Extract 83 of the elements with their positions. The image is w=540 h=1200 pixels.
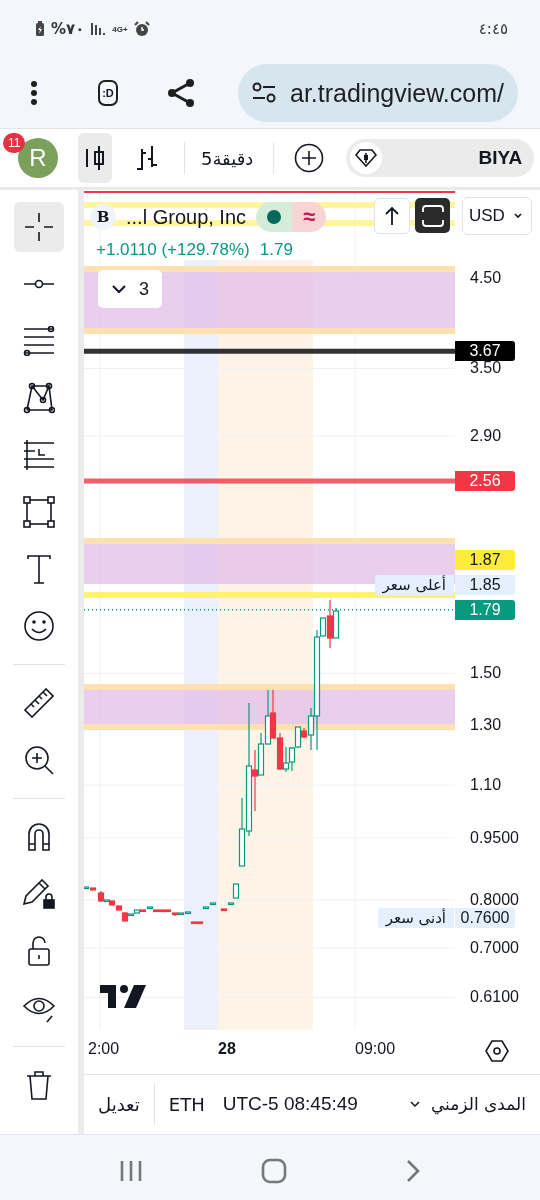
symbol-search[interactable]: BIYA xyxy=(346,139,535,177)
arrow-up-icon xyxy=(384,206,400,226)
battery-percent: %٧٠ xyxy=(51,20,85,38)
time-label: 09:00 xyxy=(355,1040,396,1058)
price-marker: 0.7600 xyxy=(455,908,515,929)
rectangle-icon xyxy=(23,496,55,528)
tabs-button[interactable]: :D xyxy=(98,80,118,106)
chevron-down-icon xyxy=(513,212,523,220)
price-tick: 1.30 xyxy=(470,718,502,732)
price-marker: 1.87 xyxy=(455,549,515,570)
bar-chart-icon xyxy=(135,145,159,171)
price-marker: 1.79 xyxy=(455,599,515,620)
site-settings-icon xyxy=(252,82,276,104)
status-dot-icon xyxy=(267,210,282,224)
crosshair-tool-button[interactable] xyxy=(14,202,64,252)
alarm-icon xyxy=(133,21,150,37)
price-tick: 0.6100 xyxy=(470,990,519,1005)
price-tick: 0.9500 xyxy=(470,830,519,845)
price-tick: 3.50 xyxy=(470,361,502,376)
home-icon xyxy=(261,1158,287,1184)
candles-style-button[interactable] xyxy=(78,133,112,183)
text-icon xyxy=(27,554,51,584)
symbol-text: BIYA xyxy=(478,147,523,169)
candle xyxy=(232,883,240,899)
price-tick: 0.7000 xyxy=(470,940,519,955)
last-price: 1.79 xyxy=(259,240,293,260)
plus-circle-icon xyxy=(294,143,325,173)
magnet-icon xyxy=(28,823,50,851)
position-icon xyxy=(23,439,55,471)
chevron-down-icon xyxy=(408,1100,421,1108)
date-range-button[interactable]: المدى الزمني xyxy=(408,1094,526,1114)
settings-icon xyxy=(485,1040,509,1062)
unlock-icon xyxy=(28,936,50,966)
ruler-icon xyxy=(24,688,54,718)
share-icon xyxy=(166,78,196,108)
price-tick: 1.10 xyxy=(470,778,502,793)
price-change: +1.0110 (+129.78%) xyxy=(96,240,250,260)
more-icon xyxy=(30,80,38,106)
address-bar[interactable]: ar.tradingview.com/ xyxy=(238,64,518,122)
timezone-clock[interactable]: UTC-5 08:45:49 xyxy=(222,1093,358,1115)
diamond-icon xyxy=(355,149,378,167)
arrow-up-button[interactable] xyxy=(374,198,410,234)
logo-icon xyxy=(100,985,146,1008)
trash-icon xyxy=(26,1070,52,1100)
pencil-lock-icon xyxy=(23,879,55,909)
price-marker: 2.56 xyxy=(455,471,515,492)
candle xyxy=(227,902,235,906)
price-tick: 1.50 xyxy=(470,666,502,681)
notification-badge: 11 xyxy=(3,133,26,153)
crosshair-icon xyxy=(24,212,54,242)
chevron-right-icon xyxy=(405,1159,421,1183)
price-tick: 0.8000 xyxy=(470,892,519,907)
price-marker: 1.85 xyxy=(455,574,515,595)
interval-button[interactable]: 5دقيقة xyxy=(201,147,254,169)
battery-icon xyxy=(35,21,45,37)
symbol-name[interactable]: ...l Group, Inc xyxy=(126,205,247,229)
time-label: 2:00 xyxy=(88,1040,120,1058)
frame-icon xyxy=(421,204,444,227)
clock: ٤:٤٥ xyxy=(478,20,508,38)
candle xyxy=(220,908,228,912)
time-label: 28 xyxy=(218,1040,236,1058)
indicators-toggle[interactable]: 3 xyxy=(98,270,162,308)
emoji-icon xyxy=(24,611,54,641)
status-symbol: ≈ xyxy=(292,202,327,232)
signal-icon xyxy=(90,22,107,36)
recent-apps-icon xyxy=(119,1159,143,1183)
price-tick: 4.50 xyxy=(470,270,502,285)
session-button[interactable]: ETH xyxy=(168,1093,205,1115)
chart-settings-button[interactable] xyxy=(485,1040,509,1065)
edit-button[interactable]: تعديل xyxy=(98,1093,140,1115)
fullscreen-button[interactable] xyxy=(415,198,450,233)
trend-line-icon xyxy=(23,279,55,289)
price-tick: 2.90 xyxy=(470,429,502,444)
candlestick-icon xyxy=(84,145,106,171)
zoom-in-icon xyxy=(24,745,54,775)
low-price-label: أدنى سعر xyxy=(377,908,454,929)
chevron-down-icon xyxy=(111,284,127,294)
price-marker: 3.67 xyxy=(455,341,515,362)
fib-icon xyxy=(23,326,55,356)
pattern-icon xyxy=(23,382,55,414)
currency-dropdown[interactable]: USD xyxy=(462,197,532,235)
url-text: ar.tradingview.com/ xyxy=(290,78,504,108)
network-type: 4G+ xyxy=(112,24,128,34)
